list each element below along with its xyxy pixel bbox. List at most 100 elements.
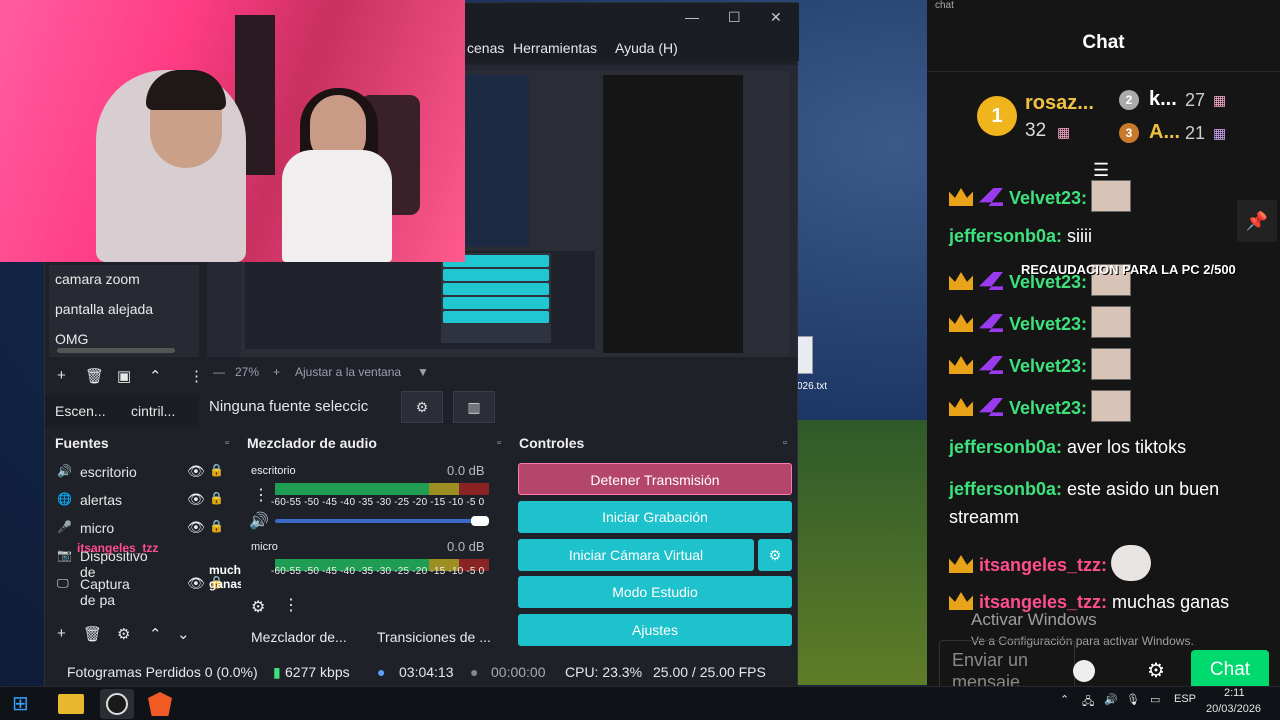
leader-name[interactable]: A...: [1149, 121, 1180, 144]
menu-ayuda[interactable]: Ayuda (H): [615, 40, 678, 56]
leader-rank-medal: 3: [1119, 123, 1139, 143]
cpu-usage: CPU: 23.3%: [565, 664, 643, 680]
stop-streaming-button[interactable]: Detener Transmisión: [518, 463, 792, 495]
scene-item[interactable]: pantalla alejada: [49, 295, 199, 325]
chat-panel: chat Chat 1 rosaz... 32 ▦ 2 k... 27 ▦ 3 …: [927, 0, 1280, 690]
scenes-scrollbar[interactable]: [57, 348, 175, 353]
filters-button[interactable]: ▥: [453, 391, 495, 423]
mixer-dock: Mezclador de audio ▫ escritorio 0.0 dB ⋮…: [241, 435, 507, 617]
dock-float-icon[interactable]: ▫: [783, 437, 787, 449]
scene-item[interactable]: camara zoom: [49, 265, 199, 295]
leader-count: 32: [1025, 120, 1047, 141]
more-icon[interactable]: ⋮: [189, 367, 204, 385]
clock-time[interactable]: 2:11: [1224, 687, 1245, 699]
obs-icon: [106, 693, 128, 715]
pin-icon[interactable]: 📌: [1237, 200, 1277, 242]
leader-name[interactable]: k...: [1149, 88, 1177, 111]
more-icon[interactable]: ⋮: [283, 595, 299, 615]
lock-icon[interactable]: 🔒: [209, 491, 224, 505]
clock-date[interactable]: 20/03/2026: [1206, 703, 1261, 715]
tab-transitions[interactable]: Transiciones de ...: [377, 629, 491, 645]
chat-username[interactable]: Velvet23:: [1009, 356, 1087, 376]
chevron-down-icon[interactable]: ▼: [417, 365, 429, 379]
mixer-settings-icon[interactable]: ⚙: [251, 597, 265, 617]
dock-float-icon[interactable]: ▫: [497, 437, 501, 449]
volume-slider-knob[interactable]: [471, 516, 489, 526]
chat-username[interactable]: Velvet23:: [1009, 188, 1087, 208]
volume-slider[interactable]: [275, 519, 489, 523]
brave-browser-icon[interactable]: [148, 692, 172, 716]
chevron-up-icon[interactable]: ⌃: [1060, 693, 1069, 706]
leader-name[interactable]: rosaz...: [1025, 92, 1094, 115]
chat-settings-gear-icon[interactable]: ⚙: [1147, 658, 1165, 683]
gear-icon[interactable]: ⚙: [117, 625, 130, 643]
eye-icon[interactable]: 👁: [187, 463, 205, 480]
z-badge-icon: [979, 398, 1003, 416]
trash-icon[interactable]: 🗑: [83, 625, 102, 643]
chat-message-input[interactable]: Enviar un mensaje: [939, 640, 1075, 690]
tab-escenas[interactable]: Escen...: [55, 403, 106, 419]
maximize-button[interactable]: ☐: [728, 9, 741, 26]
chat-send-button[interactable]: Chat: [1191, 650, 1269, 690]
zoom-in-icon[interactable]: +: [273, 365, 280, 379]
network-icon[interactable]: 🖧: [1082, 693, 1094, 712]
eye-icon[interactable]: 👁: [187, 491, 205, 508]
menu-herramientas[interactable]: Herramientas: [513, 40, 597, 56]
filter-icon[interactable]: ▣: [117, 367, 131, 385]
mic-icon[interactable]: 🎙: [1126, 693, 1140, 706]
add-icon[interactable]: +: [57, 367, 66, 384]
expand-leaderboard-icon[interactable]: ☰: [1093, 160, 1109, 181]
chat-username[interactable]: jeffersonb0a:: [949, 226, 1062, 246]
chat-window-label: chat: [935, 0, 954, 11]
close-button[interactable]: ✕: [770, 9, 782, 26]
add-icon[interactable]: +: [57, 625, 66, 642]
chat-username[interactable]: jeffersonb0a:: [949, 437, 1062, 457]
lock-icon[interactable]: 🔒: [209, 463, 224, 477]
source-label: micro: [80, 520, 115, 536]
chat-username[interactable]: jeffersonb0a:: [949, 479, 1062, 499]
mixer-channel-name: escritorio: [251, 465, 296, 477]
tab-cintril[interactable]: cintril...: [131, 403, 175, 419]
zoom-fit-label[interactable]: Ajustar a la ventana: [295, 365, 401, 379]
trash-icon[interactable]: 🗑: [85, 367, 104, 385]
text-file-icon[interactable]: [797, 336, 813, 374]
eye-icon[interactable]: 👁: [187, 519, 205, 536]
menu-escenas[interactable]: cenas: [467, 40, 504, 56]
chat-message: jeffersonb0a: siiii: [949, 222, 1092, 250]
lock-icon[interactable]: 🔒: [209, 519, 224, 533]
channel-menu-icon[interactable]: ⋮: [253, 485, 269, 505]
live-icon: ●: [377, 664, 386, 680]
eye-icon[interactable]: 👁: [187, 575, 205, 592]
mic-icon: 🎤: [57, 520, 72, 534]
battery-icon[interactable]: ▭: [1150, 693, 1160, 706]
minimize-button[interactable]: —: [685, 9, 699, 25]
start-virtual-camera-button[interactable]: Iniciar Cámara Virtual: [518, 539, 754, 571]
obs-taskbar-button[interactable]: [100, 689, 134, 719]
emoji-icon[interactable]: [1073, 660, 1095, 682]
chat-username[interactable]: Velvet23:: [1009, 398, 1087, 418]
desktop-file-label[interactable]: 026.txt: [797, 381, 827, 392]
language-indicator[interactable]: ESP: [1174, 693, 1196, 705]
source-properties-bar: Ninguna fuente seleccic ⚙ ▥: [205, 389, 795, 425]
screen: { "desktop": {"file_label": "026.txt"}, …: [0, 0, 1280, 720]
chevron-up-icon[interactable]: ⌃: [149, 367, 162, 385]
file-explorer-icon[interactable]: [58, 694, 84, 714]
source-label: escritorio: [80, 464, 137, 480]
volume-icon[interactable]: 🔊: [1104, 693, 1118, 706]
speaker-icon[interactable]: 🔊: [249, 511, 269, 531]
chat-username[interactable]: itsangeles_tzz:: [979, 555, 1107, 575]
settings-button[interactable]: Ajustes: [518, 614, 792, 646]
tab-mixer[interactable]: Mezclador de...: [251, 629, 347, 645]
chevron-up-icon[interactable]: ⌃: [149, 625, 162, 643]
volume-meter: [275, 483, 489, 495]
dock-float-icon[interactable]: ▫: [225, 437, 229, 449]
start-recording-button[interactable]: Iniciar Grabación: [518, 501, 792, 533]
chat-username[interactable]: Velvet23:: [1009, 314, 1087, 334]
virtual-camera-gear-icon[interactable]: ⚙: [758, 539, 792, 571]
chat-username[interactable]: itsangeles_tzz:: [979, 592, 1107, 612]
zoom-out-icon[interactable]: —: [213, 365, 225, 379]
studio-mode-button[interactable]: Modo Estudio: [518, 576, 792, 608]
properties-gear-icon[interactable]: ⚙: [401, 391, 443, 423]
windows-start-icon[interactable]: ⊞: [12, 691, 38, 717]
chevron-down-icon[interactable]: ⌄: [177, 625, 190, 643]
